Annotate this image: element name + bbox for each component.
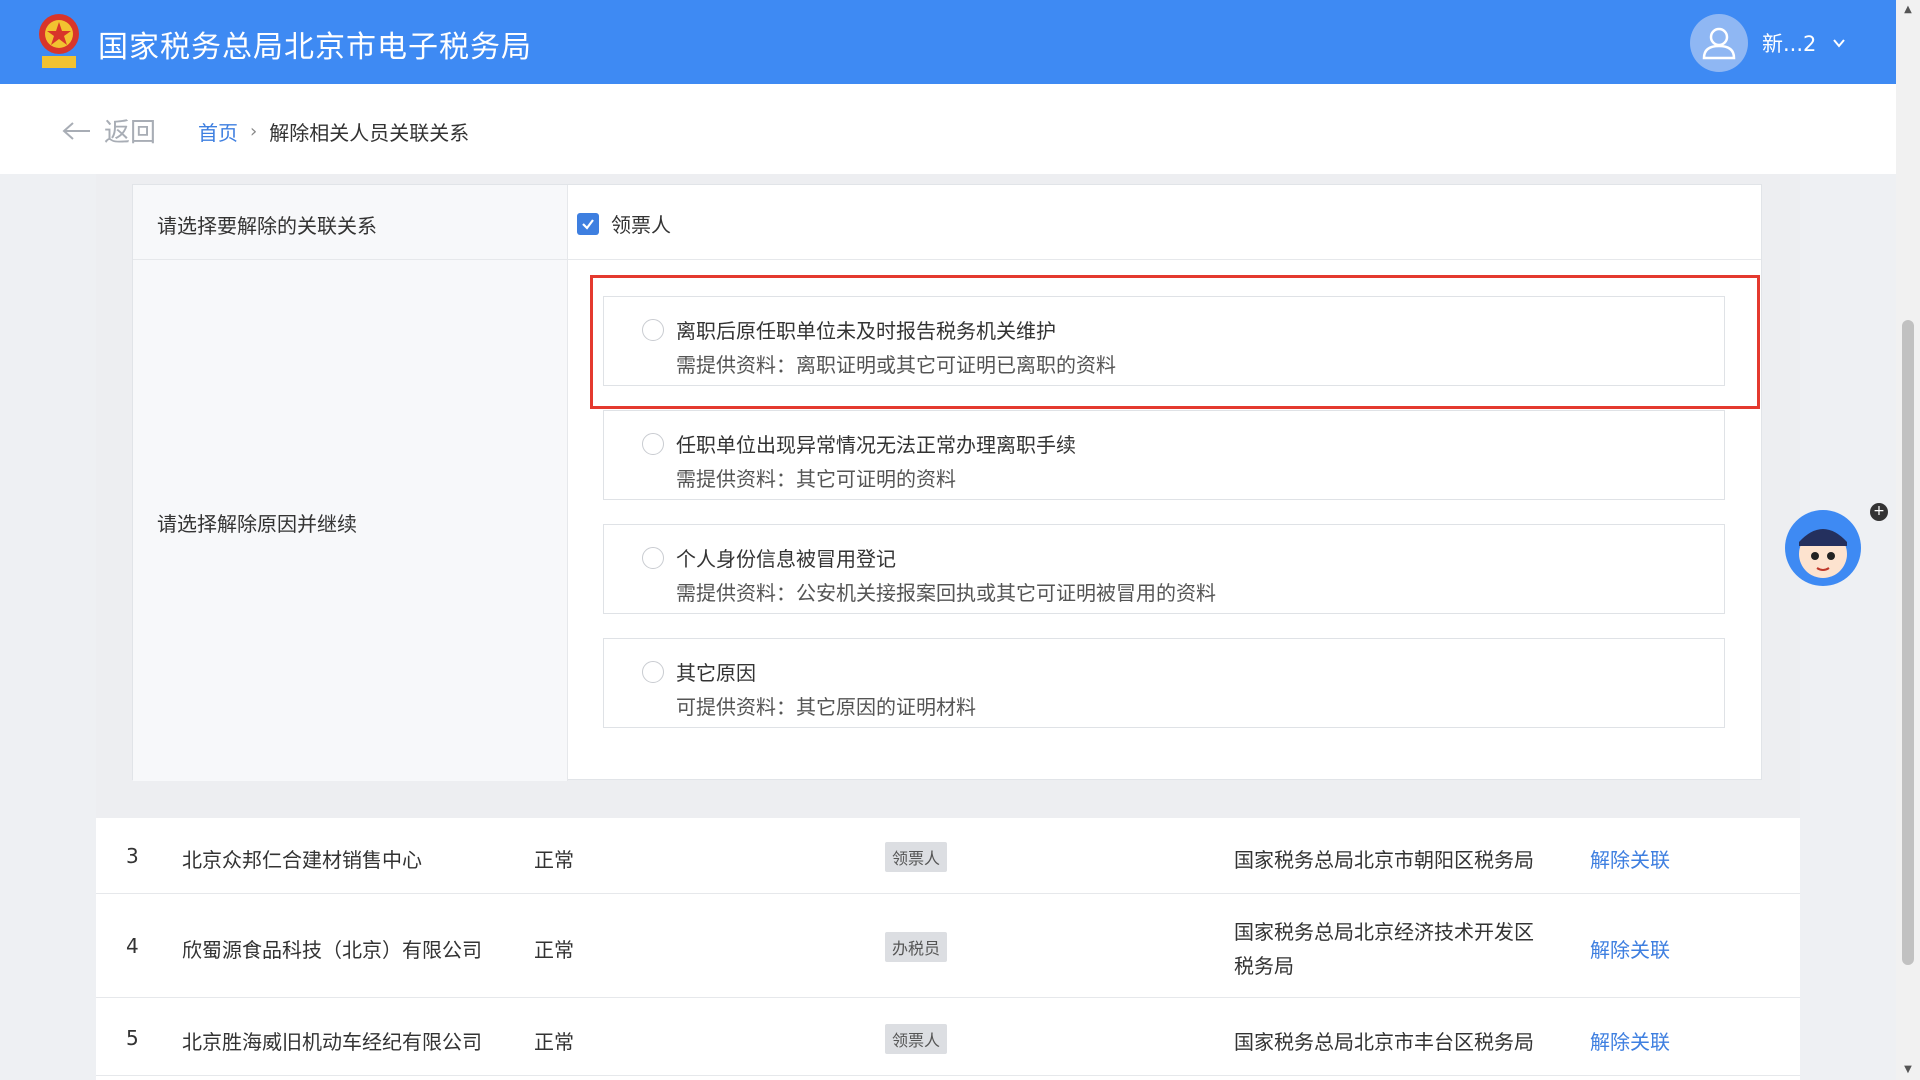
reason-option-desc: 需提供资料：公安机关接报案回执或其它可证明被冒用的资料 — [676, 581, 1216, 605]
reason-option-desc: 可提供资料：其它原因的证明材料 — [676, 695, 976, 719]
assistant-mascot-icon[interactable] — [1778, 496, 1868, 596]
company-name: 欣蜀源食品科技（北京）有限公司 — [182, 938, 482, 962]
scrollbar[interactable]: ▲ ▼ — [1896, 0, 1920, 1080]
relation-row: 请选择要解除的关联关系 领票人 — [133, 185, 1761, 260]
reason-option-desc: 需提供资料：离职证明或其它可证明已离职的资料 — [676, 353, 1116, 377]
role-badge: 办税员 — [885, 932, 948, 962]
status: 正常 — [534, 938, 574, 962]
national-emblem-logo — [34, 10, 84, 74]
unlink-button[interactable]: 解除关联 — [1590, 844, 1670, 873]
reason-option-2[interactable]: 任职单位出现异常情况无法正常办理离职手续 需提供资料：其它可证明的资料 — [603, 410, 1725, 500]
back-button[interactable]: 返回 — [62, 112, 156, 149]
plus-icon[interactable]: + — [1870, 503, 1888, 521]
unlink-form: 请选择要解除的关联关系 领票人 请选择解除原因并继续 离职后原任职单位未及时报告… — [132, 184, 1762, 781]
reason-radio-1[interactable] — [642, 319, 664, 341]
tax-authority: 国家税务总局北京经济技术开发区 — [1234, 920, 1534, 944]
checkmark-icon — [582, 218, 594, 230]
relation-option-label[interactable]: 领票人 — [611, 209, 671, 238]
user-icon — [1702, 27, 1736, 60]
scroll-down-arrow-icon[interactable]: ▼ — [1896, 1060, 1920, 1080]
reason-row: 请选择解除原因并继续 离职后原任职单位未及时报告税务机关维护 需提供资料：离职证… — [133, 260, 1761, 781]
reason-option-3[interactable]: 个人身份信息被冒用登记 需提供资料：公安机关接报案回执或其它可证明被冒用的资料 — [603, 524, 1725, 614]
reason-option-desc: 需提供资料：其它可证明的资料 — [676, 467, 956, 491]
relation-checkbox-option[interactable]: 领票人 — [577, 209, 671, 238]
chevron-down-icon[interactable] — [1830, 34, 1848, 52]
relation-label: 请选择要解除的关联关系 — [157, 214, 377, 238]
reason-option-title: 个人身份信息被冒用登记 — [676, 547, 896, 571]
reason-option-title: 任职单位出现异常情况无法正常办理离职手续 — [676, 433, 1076, 457]
table-row: 3 北京众邦仁合建材销售中心 正常 领票人 国家税务总局北京市朝阳区税务局 解除… — [96, 818, 1800, 894]
top-header: 国家税务总局北京市电子税务局 新...2 — [0, 0, 1896, 84]
row-index: 3 — [126, 844, 139, 868]
table-row: 4 欣蜀源食品科技（北京）有限公司 正常 办税员 国家税务总局北京经济技术开发区… — [96, 894, 1800, 998]
unlink-panel: 请选择要解除的关联关系 领票人 请选择解除原因并继续 离职后原任职单位未及时报告… — [96, 174, 1800, 818]
scroll-thumb[interactable] — [1902, 320, 1914, 965]
row-index: 5 — [126, 1026, 139, 1050]
tax-authority-line2: 税务局 — [1234, 954, 1294, 978]
reason-option-1[interactable]: 离职后原任职单位未及时报告税务机关维护 需提供资料：离职证明或其它可证明已离职的… — [603, 296, 1725, 386]
breadcrumb-bar: 返回 首页 › 解除相关人员关联关系 — [0, 84, 1896, 174]
unlink-button[interactable]: 解除关联 — [1590, 1026, 1670, 1055]
user-menu[interactable]: 新...2 — [1690, 14, 1848, 72]
reason-option-4[interactable]: 其它原因 可提供资料：其它原因的证明材料 — [603, 638, 1725, 728]
breadcrumb-current: 解除相关人员关联关系 — [269, 121, 470, 145]
site-title: 国家税务总局北京市电子税务局 — [98, 30, 532, 65]
reason-radio-4[interactable] — [642, 661, 664, 683]
breadcrumb: 首页 › 解除相关人员关联关系 — [198, 117, 469, 146]
relation-checkbox[interactable] — [577, 212, 599, 235]
breadcrumb-home-link[interactable]: 首页 — [198, 117, 238, 146]
breadcrumb-separator: › — [250, 121, 258, 142]
company-name: 北京众邦仁合建材销售中心 — [182, 848, 422, 872]
row-index: 4 — [126, 934, 139, 958]
avatar[interactable] — [1690, 14, 1748, 72]
tax-authority: 国家税务总局北京市丰台区税务局 — [1234, 1030, 1534, 1054]
arrow-left-icon — [62, 121, 90, 140]
table-row: 5 北京胜海威旧机动车经纪有限公司 正常 领票人 国家税务总局北京市丰台区税务局… — [96, 998, 1800, 1076]
role-badge: 领票人 — [885, 1024, 948, 1054]
relation-label-cell: 请选择要解除的关联关系 — [133, 185, 568, 259]
status: 正常 — [534, 1030, 574, 1054]
reason-label: 请选择解除原因并继续 — [157, 512, 357, 536]
reason-radio-2[interactable] — [642, 433, 664, 455]
reason-option-title: 其它原因 — [676, 661, 756, 685]
user-name[interactable]: 新...2 — [1762, 28, 1816, 58]
unlink-button[interactable]: 解除关联 — [1590, 934, 1670, 963]
company-table: 3 北京众邦仁合建材销售中心 正常 领票人 国家税务总局北京市朝阳区税务局 解除… — [96, 818, 1800, 1080]
reason-option-title: 离职后原任职单位未及时报告税务机关维护 — [676, 319, 1056, 343]
back-label[interactable]: 返回 — [104, 112, 156, 149]
role-badge: 领票人 — [885, 842, 948, 872]
company-name: 北京胜海威旧机动车经纪有限公司 — [182, 1030, 482, 1054]
tax-authority: 国家税务总局北京市朝阳区税务局 — [1234, 848, 1534, 872]
status: 正常 — [534, 848, 574, 872]
reason-radio-3[interactable] — [642, 547, 664, 569]
reason-label-cell: 请选择解除原因并继续 — [133, 260, 568, 781]
scroll-up-arrow-icon[interactable]: ▲ — [1896, 0, 1920, 20]
